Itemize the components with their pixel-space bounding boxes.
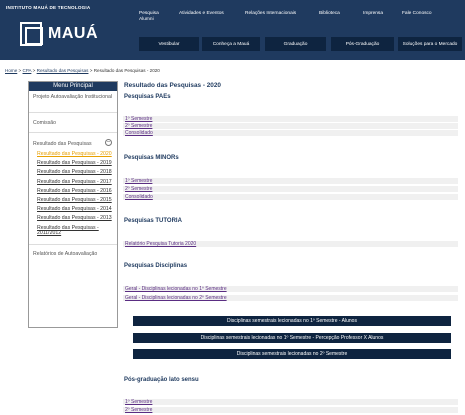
logo-text: MAUÁ [48,25,98,42]
topnav-biblioteca[interactable]: Biblioteca [319,11,340,17]
sidebar-item-projeto[interactable]: Projeto Autoavaliação Institucional [29,91,117,113]
breadcrumb-sep: > [89,68,93,73]
institute-name: INSTITUTO MAUÁ DE TECNOLOGIA [6,5,91,10]
link-row-bg [123,123,458,129]
topnav-imprensa[interactable]: Imprensa [363,11,383,17]
sidebar-item-comissao[interactable]: Comissão [29,113,117,133]
disciplinas-1-semestre-alunos-button[interactable]: Disciplinas semestrais lecionadas no 1º … [133,316,451,326]
menu-solucoes[interactable]: Soluções para o Mercado [398,37,462,51]
topnav-fale-conosco[interactable]: Fale Conosco [402,11,432,17]
sidebar-title: Menu Principal [29,82,117,91]
link-minor-consolidado[interactable]: Consolidado [125,194,153,200]
breadcrumb-home[interactable]: Home [5,68,17,73]
sidebar-item-relatorios[interactable]: Relatórios de Autoavaliação [29,245,117,260]
link-pae-1-semestre[interactable]: 1º Semestre [125,116,152,122]
sidebar-subitem-2011-2012[interactable]: Resultado das Pesquisas - 2011/2012 [37,225,117,236]
sidebar-subitem-2014[interactable]: Resultado das Pesquisas - 2014 [37,207,117,212]
link-pae-consolidado[interactable]: Consolidado [125,130,153,136]
maua-logo[interactable]: MAUÁ [20,20,98,48]
link-row-bg [123,130,458,136]
menu-graduacao[interactable]: Graduação [265,37,326,51]
page-title: Resultado das Pesquisas - 2020 [124,82,221,89]
sidebar-subitem-2013[interactable]: Resultado das Pesquisas - 2013 [37,216,117,221]
menu-conheca[interactable]: Conheça a Mauá [202,37,260,51]
link-pos-1-semestre[interactable]: 1º Semestre [125,399,152,405]
breadcrumb-resultado[interactable]: Resultado das Pesquisas [37,68,89,73]
breadcrumb-sep: > [32,68,36,73]
link-row-bg [123,178,458,184]
section-title-minors: Pesquisas MINORs [124,155,179,161]
sidebar-subitem-2015[interactable]: Resultado das Pesquisas - 2015 [37,197,117,203]
sidebar-subitem-2016[interactable]: Resultado das Pesquisas - 2016 [37,188,117,194]
link-row-bg [123,194,458,200]
topnav-relacoes[interactable]: Relações Internacionais [245,11,296,17]
sidebar-subitem-2019[interactable]: Resultado das Pesquisas - 2019 [37,160,117,166]
menu-pos-graduacao[interactable]: Pós-Graduação [331,37,394,51]
menu-vestibular[interactable]: Vestibular [139,37,199,51]
link-tutoria-relatorio[interactable]: Relatório Pesquisa Tutoria 2020 [125,241,196,247]
link-row-bg [123,116,458,122]
sidebar-item-resultado[interactable]: Resultado das Pesquisas – [29,133,117,149]
link-pos-2-semestre[interactable]: 2º Semestre [125,407,152,413]
section-title-paes: Pesquisas PAEs [124,94,171,100]
section-title-pos-graduacao: Pós-graduação lato sensu [124,377,199,383]
section-title-tutoria: Pesquisas TUTORIA [124,218,182,224]
sidebar-sublist: Resultado das Pesquisas - 2020 Resultado… [29,149,117,246]
breadcrumb-cpa[interactable]: CPA [23,68,32,73]
logo-icon [20,22,43,46]
link-row-bg [123,399,458,405]
link-disc-geral-1[interactable]: Geral - Disciplinas lecionadas no 1º Sem… [125,286,227,292]
link-minor-2-semestre[interactable]: 2º Semestre [125,186,152,192]
link-pae-2-semestre[interactable]: 2º Semestre [125,123,152,129]
breadcrumb-current: Resultado das Pesquisas - 2020 [93,68,160,73]
breadcrumb: Home > CPA > Resultado das Pesquisas > R… [5,68,160,73]
link-row-bg [123,186,458,192]
topnav-atividades[interactable]: Atividades e Eventos [179,11,224,17]
disciplinas-1-semestre-percepcao-button[interactable]: Disciplinas semestrais lecionadas no 1º … [133,333,451,343]
topnav-pesquisa-alumni[interactable]: Pesquisa Alumni [139,11,169,23]
sidebar-subitem-2020[interactable]: Resultado das Pesquisas - 2020 [37,151,117,157]
breadcrumb-sep: > [18,68,22,73]
sidebar-menu: Menu Principal Projeto Autoavaliação Ins… [28,81,118,328]
section-title-disciplinas: Pesquisas Disciplinas [124,263,188,269]
disciplinas-2-semestre-button[interactable]: Disciplinas semestrais lecionadas no 2º … [133,349,451,359]
collapse-icon[interactable]: – [105,139,112,146]
sidebar-subitem-2018[interactable]: Resultado das Pesquisas - 2018 [37,170,117,175]
link-disc-geral-2[interactable]: Geral - Disciplinas lecionadas no 2º Sem… [125,295,227,301]
link-row-bg [123,407,458,413]
site-header: INSTITUTO MAUÁ DE TECNOLOGIA MAUÁ Pesqui… [0,0,465,60]
sidebar-item-resultado-label: Resultado das Pesquisas [33,141,92,147]
sidebar-subitem-2017[interactable]: Resultado das Pesquisas - 2017 [37,179,117,185]
link-minor-1-semestre[interactable]: 1º Semestre [125,178,152,184]
